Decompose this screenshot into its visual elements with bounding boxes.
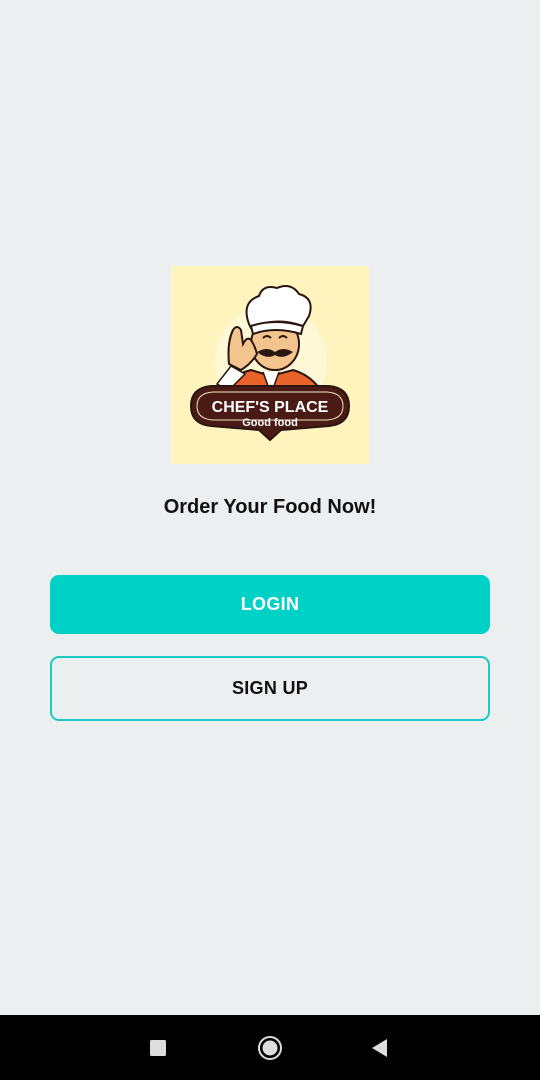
chef-illustration: CHEF'S PLACE Good food — [189, 285, 351, 442]
page-tagline: Order Your Food Now! — [163, 496, 377, 518]
login-button[interactable]: LOGIN — [50, 575, 490, 634]
app-screen: CHEF'S PLACE Good food Order Your Food N… — [0, 0, 540, 1015]
system-navigation-bar — [0, 1015, 540, 1080]
signup-button[interactable]: SIGN UP — [50, 656, 490, 721]
home-button[interactable] — [235, 1015, 305, 1080]
logo-title: CHEF'S PLACE — [212, 399, 329, 416]
home-icon — [258, 1035, 282, 1060]
recent-apps-button[interactable] — [123, 1015, 193, 1080]
back-button[interactable] — [345, 1015, 415, 1080]
recent-apps-icon — [150, 1039, 166, 1056]
back-icon — [372, 1038, 387, 1057]
logo-subtitle: Good food — [242, 417, 298, 429]
chefs-place-logo: CHEF'S PLACE Good food — [171, 266, 369, 464]
